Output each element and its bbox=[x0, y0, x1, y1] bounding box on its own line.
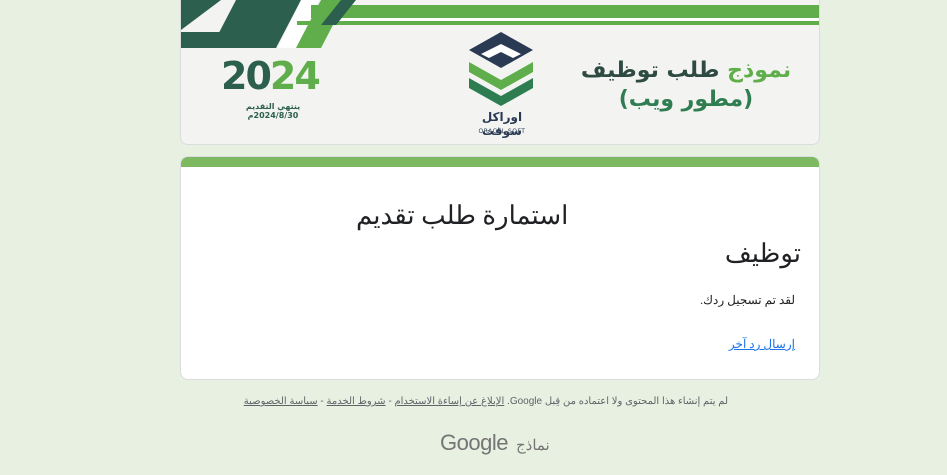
banner-deadline: ينتهي التقديم 2024/8/30م bbox=[245, 102, 301, 120]
card-accent-bar bbox=[181, 157, 819, 167]
google-forms-brand[interactable]: Google نماذج bbox=[440, 430, 550, 456]
banner-title-part1: نموذج bbox=[727, 58, 792, 83]
submit-another-response-link[interactable]: إرسال رد آخر bbox=[729, 337, 795, 352]
banner-green-line bbox=[311, 5, 819, 18]
footer-separator-2: - bbox=[317, 396, 327, 407]
brand-forms: نماذج bbox=[515, 437, 550, 454]
confirmation-card: استمارة طلب تقديم توظيف لقد تم تسجيل ردك… bbox=[180, 156, 820, 380]
banner-title-part2: طلب توظيف bbox=[580, 58, 720, 83]
report-abuse-link[interactable]: الإبلاغ عن إساءة الاستخدام bbox=[394, 396, 504, 407]
terms-link[interactable]: شروط الخدمة bbox=[327, 396, 386, 407]
form-title: استمارة طلب تقديم توظيف bbox=[301, 197, 801, 273]
banner-year: 2024 bbox=[221, 54, 321, 98]
banner-year-part2: 24 bbox=[269, 54, 321, 98]
banner-subtitle: (مطور ويب) bbox=[618, 87, 754, 112]
form-title-line2: توظيف bbox=[724, 239, 801, 268]
form-title-line1: استمارة طلب تقديم bbox=[356, 201, 569, 230]
banner-green-line-2 bbox=[297, 21, 819, 25]
logo-subtitle: ORACEL SOFT bbox=[478, 128, 526, 135]
banner-stripe-band bbox=[181, 32, 281, 48]
header-banner: نموذج طلب توظيف (مطور ويب) اوراكل سوفت O… bbox=[180, 0, 820, 145]
banner-stripe-dark bbox=[181, 0, 221, 30]
privacy-link[interactable]: سياسة الخصوصية bbox=[244, 396, 318, 407]
confirmation-message: لقد تم تسجيل ردك. bbox=[700, 293, 795, 307]
oracle-soft-logo-icon bbox=[469, 32, 533, 106]
banner-year-part1: 20 bbox=[221, 54, 272, 98]
footer-disclaimer: لم يتم إنشاء هذا المحتوى ولا اعتماده من … bbox=[180, 396, 728, 407]
brand-google: Google bbox=[440, 430, 508, 455]
banner-white-line bbox=[299, 18, 819, 21]
banner-title: نموذج طلب توظيف (مطور ويب) bbox=[571, 58, 801, 112]
disclaimer-text: لم يتم إنشاء هذا المحتوى ولا اعتماده من … bbox=[507, 396, 728, 407]
